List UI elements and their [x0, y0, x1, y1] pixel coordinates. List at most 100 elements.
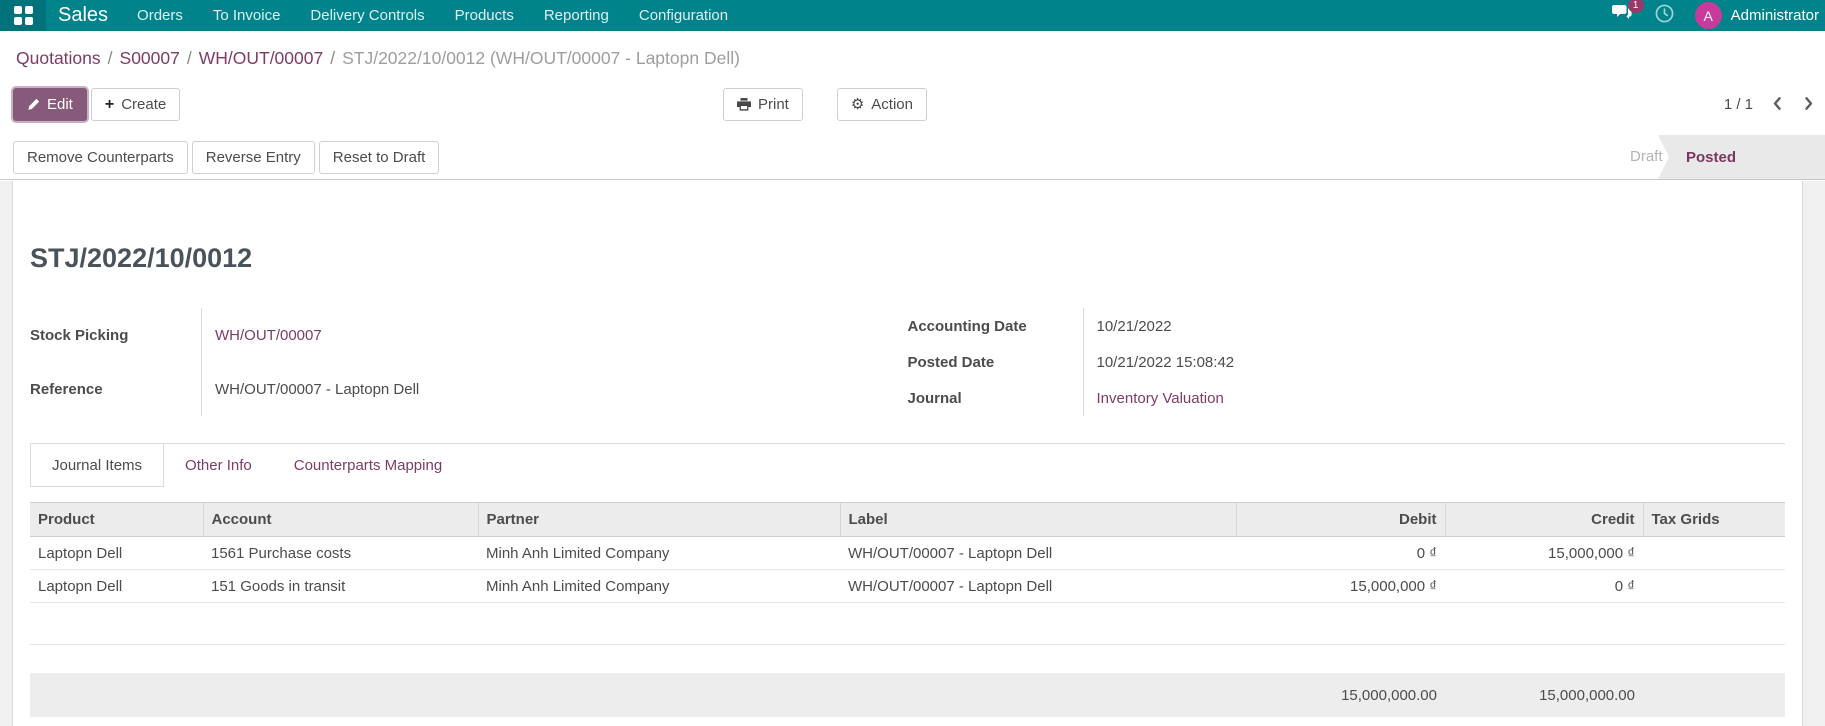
col-header-label[interactable]: Label: [839, 502, 1236, 537]
apps-menu-button[interactable]: [0, 0, 46, 31]
clock-icon: [1655, 4, 1674, 28]
tab-counterparts-mapping[interactable]: Counterparts Mapping: [273, 444, 463, 487]
edit-button[interactable]: Edit: [13, 88, 87, 121]
table-header-row: Product Account Partner Label Debit Cred…: [30, 502, 1785, 537]
content-area: STJ/2022/10/0012 Stock Picking WH/OUT/00…: [0, 181, 1825, 726]
printer-icon: [737, 98, 751, 111]
reverse-entry-button[interactable]: Reverse Entry: [191, 141, 315, 174]
action-button[interactable]: ⚙ Action: [836, 88, 927, 121]
breadcrumb-s00007[interactable]: S00007: [120, 48, 180, 68]
cell-partner: Minh Anh Limited Company: [478, 536, 840, 570]
status-row: Remove Counterparts Reverse Entry Reset …: [0, 135, 1825, 180]
col-header-credit[interactable]: Credit: [1444, 502, 1643, 537]
chevron-right-icon: [1803, 96, 1815, 114]
nav-item-reporting[interactable]: Reporting: [529, 0, 624, 31]
field-accounting-date: Accounting Date 10/21/2022: [908, 308, 1786, 344]
avatar: A: [1694, 2, 1722, 29]
totals-row: 15,000,000.00 15,000,000.00: [30, 673, 1785, 717]
nav-item-products[interactable]: Products: [440, 0, 529, 31]
pager-value: 1 / 1: [1723, 96, 1753, 113]
col-header-tax-grids[interactable]: Tax Grids: [1642, 502, 1785, 537]
field-label: Accounting Date: [908, 308, 1084, 344]
field-journal: Journal Inventory Valuation: [908, 380, 1786, 416]
cell-partner: Minh Anh Limited Company: [478, 569, 840, 603]
total-credit: 15,000,000.00: [1539, 686, 1635, 704]
remove-counterparts-button[interactable]: Remove Counterparts: [13, 141, 188, 174]
field-label: Stock Picking: [30, 308, 202, 362]
message-count-badge: 1: [1627, 0, 1644, 13]
edit-button-label: Edit: [47, 96, 73, 113]
status-draft[interactable]: Draft: [1630, 135, 1663, 179]
main-menu: Orders To Invoice Delivery Controls Prod…: [122, 0, 743, 31]
messages-button[interactable]: 1: [1611, 0, 1644, 26]
chevron-left-icon: [1771, 96, 1783, 114]
nav-item-configuration[interactable]: Configuration: [624, 0, 743, 31]
action-button-label: Action: [871, 96, 913, 113]
table-row[interactable]: Laptopn Dell 151 Goods in transit Minh A…: [30, 569, 1785, 603]
cell-label: WH/OUT/00007 - Laptopn Dell: [840, 569, 1236, 603]
nav-item-delivery-controls[interactable]: Delivery Controls: [295, 0, 439, 31]
cell-product: Laptopn Dell: [30, 569, 203, 603]
user-name: Administrator: [1730, 7, 1819, 24]
breadcrumb-separator: /: [330, 47, 336, 68]
app-name[interactable]: Sales: [46, 0, 122, 31]
nav-item-orders[interactable]: Orders: [122, 0, 198, 31]
journal-items-table: Product Account Partner Label Debit Cred…: [30, 502, 1785, 645]
reset-to-draft-button[interactable]: Reset to Draft: [318, 141, 440, 174]
field-reference: Reference WH/OUT/00007 - Laptopn Dell: [30, 362, 908, 416]
cell-tax-grids: [1643, 536, 1785, 570]
col-header-partner[interactable]: Partner: [477, 502, 840, 537]
navbar-systray: 1 A Administrator: [1611, 0, 1825, 29]
user-menu[interactable]: A Administrator: [1694, 2, 1819, 29]
journal-link[interactable]: Inventory Valuation: [1084, 380, 1786, 416]
cell-account: 1561 Purchase costs: [203, 536, 478, 570]
col-header-debit[interactable]: Debit: [1235, 502, 1445, 537]
print-button[interactable]: Print: [723, 88, 803, 121]
total-debit: 15,000,000.00: [1341, 686, 1437, 704]
breadcrumb-quotations[interactable]: Quotations: [16, 48, 101, 68]
field-posted-date: Posted Date 10/21/2022 15:08:42: [908, 344, 1786, 380]
cell-debit: 0 ₫: [1236, 536, 1445, 570]
tab-journal-items[interactable]: Journal Items: [30, 444, 165, 487]
nav-item-to-invoice[interactable]: To Invoice: [198, 0, 296, 31]
breadcrumb-separator: /: [186, 47, 192, 68]
pager: 1 / 1: [1724, 88, 1817, 121]
col-header-account[interactable]: Account: [202, 502, 478, 537]
posted-date-value: 10/21/2022 15:08:42: [1096, 353, 1235, 371]
statusbar: Draft Posted: [1540, 135, 1825, 179]
gear-icon: ⚙: [850, 95, 865, 113]
pager-next-button[interactable]: [1801, 94, 1817, 116]
col-header-product[interactable]: Product: [30, 502, 203, 537]
breadcrumb-separator: /: [107, 47, 113, 68]
breadcrumb-wh-out[interactable]: WH/OUT/00007: [199, 48, 323, 68]
field-stock-picking: Stock Picking WH/OUT/00007: [30, 308, 908, 362]
cell-tax-grids: [1643, 569, 1785, 603]
create-button[interactable]: + Create: [90, 88, 181, 121]
breadcrumb: Quotations / S00007 / WH/OUT/00007 / STJ/2022/…: [16, 48, 740, 69]
odoo-screen: Sales Orders To Invoice Delivery Control…: [0, 0, 1825, 726]
table-row[interactable]: Laptopn Dell 1561 Purchase costs Minh An…: [30, 536, 1785, 570]
status-posted-label: Posted: [1686, 148, 1737, 166]
cell-label: WH/OUT/00007 - Laptopn Dell: [840, 536, 1236, 570]
tab-other-info[interactable]: Other Info: [164, 444, 273, 487]
pager-previous-button[interactable]: [1769, 94, 1785, 116]
cell-credit: 15,000,000 ₫: [1445, 536, 1643, 570]
cell-debit: 15,000,000 ₫: [1236, 569, 1445, 603]
cell-product: Laptopn Dell: [30, 536, 203, 570]
record-title: STJ/2022/10/0012: [30, 243, 253, 273]
cell-credit: 0 ₫: [1445, 569, 1643, 603]
status-posted[interactable]: Posted: [1658, 135, 1825, 179]
breadcrumb-current: STJ/2022/10/0012 (WH/OUT/00007 - Laptopn…: [342, 47, 740, 68]
pencil-icon: [27, 98, 40, 111]
print-button-label: Print: [758, 96, 789, 113]
empty-table-row[interactable]: [30, 602, 1785, 645]
stock-picking-link[interactable]: WH/OUT/00007: [202, 308, 908, 362]
field-label: Journal: [908, 380, 1084, 416]
plus-icon: +: [104, 95, 115, 113]
field-label: Posted Date: [908, 344, 1084, 380]
create-button-label: Create: [121, 96, 167, 113]
notebook: Journal Items Other Info Counterparts Ma…: [30, 443, 1785, 717]
activities-button[interactable]: [1655, 4, 1674, 28]
cell-account: 151 Goods in transit: [203, 569, 478, 603]
top-navbar: Sales Orders To Invoice Delivery Control…: [0, 0, 1825, 31]
